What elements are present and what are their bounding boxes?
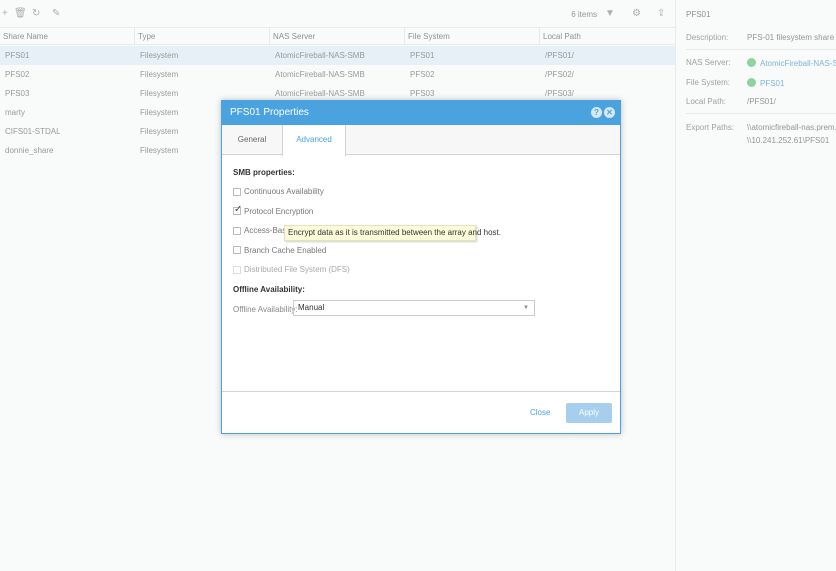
cell-local-path: /PFS02/ (545, 70, 574, 79)
path-value: /PFS01/ (747, 97, 776, 106)
close-icon[interactable]: ✕ (604, 107, 615, 118)
checkbox[interactable] (233, 187, 241, 196)
checkbox-label: Branch Cache Enabled (244, 245, 327, 255)
close-button[interactable]: Close (530, 408, 550, 417)
cell-type: Filesystem (140, 108, 179, 117)
column-file-system[interactable]: File System (405, 28, 540, 45)
check-icon: ✓ (234, 204, 243, 215)
cell-share-name: CIFS01-STDAL (5, 127, 61, 136)
smb-heading: SMB properties: (233, 168, 295, 177)
column-local-path[interactable]: Local Path (540, 28, 675, 45)
cell-share-name: PFS03 (5, 89, 30, 98)
export-label: Export Paths: (686, 123, 735, 132)
path-label: Local Path: (686, 97, 727, 106)
cell-share-name: PFS01 (5, 51, 30, 60)
tab-bar: General Advanced (222, 125, 620, 156)
checkbox-option[interactable]: Access-Base (233, 226, 291, 235)
tab-advanced[interactable]: Advanced (282, 125, 346, 156)
divider (686, 113, 836, 114)
help-icon[interactable]: ? (591, 107, 602, 118)
selected-value: Manual (298, 303, 325, 312)
checkbox[interactable] (233, 246, 241, 254)
cell-local-path: /PFS01/ (545, 51, 574, 60)
offline-heading: Offline Availability: (233, 285, 305, 294)
nas-label: NAS Server: (686, 58, 731, 67)
nas-link[interactable]: AtomicFireball-NAS-SMB (747, 58, 836, 68)
cell-nas-server: AtomicFireball-NAS-SMB (275, 70, 365, 79)
edit-icon[interactable]: ✎ (52, 8, 60, 19)
filter-icon[interactable]: ▼ (605, 8, 615, 19)
cell-type: Filesystem (140, 89, 179, 98)
column-share-name[interactable]: Share Name (0, 28, 135, 45)
ok-status-icon (747, 58, 756, 67)
cell-type: Filesystem (140, 127, 179, 136)
checkbox-option[interactable]: ✓ Protocol Encryption (233, 204, 314, 216)
cell-share-name: PFS02 (5, 70, 30, 79)
checkbox-option[interactable]: Continuous Availability (233, 187, 324, 196)
divider (686, 49, 836, 50)
checkbox-label: Distributed File System (DFS) (244, 265, 350, 274)
checkbox-option[interactable]: Branch Cache Enabled (233, 246, 326, 255)
toolbar: + 🗑 ↻ ✎ 6 items ▼ ⚙ ⇪ (0, 0, 675, 28)
tab-general[interactable]: General (222, 125, 282, 155)
export-path-1: \\atomicfireball-nas.prem.nas (747, 123, 836, 132)
nas-value[interactable]: AtomicFireball-NAS-SMB (760, 59, 836, 68)
cell-file-system: PFS01 (410, 51, 435, 60)
export-path-2: \\10.241.252.61\PFS01 (747, 136, 830, 145)
item-count: 6 items (571, 10, 597, 19)
checkbox-option[interactable]: Distributed File System (DFS) (233, 265, 350, 274)
panel-title: PFS01 (686, 10, 711, 19)
checkbox-label: Continuous Availability (244, 187, 324, 196)
table-row[interactable]: PFS02 Filesystem AtomicFireball-NAS-SMB PFS… (0, 65, 675, 84)
fs-link[interactable]: PFS01 (747, 78, 784, 88)
apply-button[interactable]: Apply (566, 403, 612, 423)
offline-label: Offline Availability: (233, 305, 298, 314)
properties-dialog: PFS01 Properties ? ✕ General Advanced SM… (221, 100, 621, 434)
trash-icon[interactable]: 🗑 (14, 8, 27, 19)
add-icon[interactable]: + (2, 8, 8, 19)
cell-type: Filesystem (140, 70, 179, 79)
cell-nas-server: AtomicFireball-NAS-SMB (275, 51, 365, 60)
divider (222, 391, 620, 392)
cell-type: Filesystem (140, 51, 179, 60)
fs-label: File System: (686, 78, 731, 87)
checkbox[interactable] (233, 265, 241, 274)
grid-header: Share Name Type NAS Server File System L… (0, 28, 675, 45)
ok-status-icon (747, 78, 756, 87)
table-row[interactable]: PFS01 Filesystem AtomicFireball-NAS-SMB PFS… (0, 46, 675, 65)
details-panel: PFS01 Description: PFS-01 filesystem sha… (675, 0, 836, 571)
fs-value[interactable]: PFS01 (760, 79, 784, 88)
checkbox-label: Protocol Encryption (244, 206, 314, 216)
description-label: Description: (686, 33, 729, 42)
column-type[interactable]: Type (135, 28, 270, 45)
dialog-header: PFS01 Properties ? ✕ (222, 101, 620, 125)
tooltip: Encrypt data as it is transmitted betwee… (284, 225, 501, 241)
refresh-icon[interactable]: ↻ (32, 8, 40, 19)
export-icon[interactable]: ⇪ (657, 8, 665, 19)
column-nas-server[interactable]: NAS Server (270, 28, 405, 45)
gear-icon[interactable]: ⚙ (632, 8, 641, 19)
cell-file-system: PFS02 (410, 70, 435, 79)
offline-availability-select[interactable]: Manual ▼ (293, 300, 535, 316)
cell-type: Filesystem (140, 146, 179, 155)
cell-share-name: marty (5, 108, 25, 117)
dialog-title: PFS01 Properties (230, 107, 309, 118)
checkbox[interactable] (233, 226, 241, 235)
description-value: PFS-01 filesystem share (747, 33, 835, 42)
checkbox[interactable]: ✓ (233, 204, 243, 215)
cell-share-name: donnie_share (5, 146, 54, 155)
chevron-down-icon: ▼ (523, 305, 529, 311)
